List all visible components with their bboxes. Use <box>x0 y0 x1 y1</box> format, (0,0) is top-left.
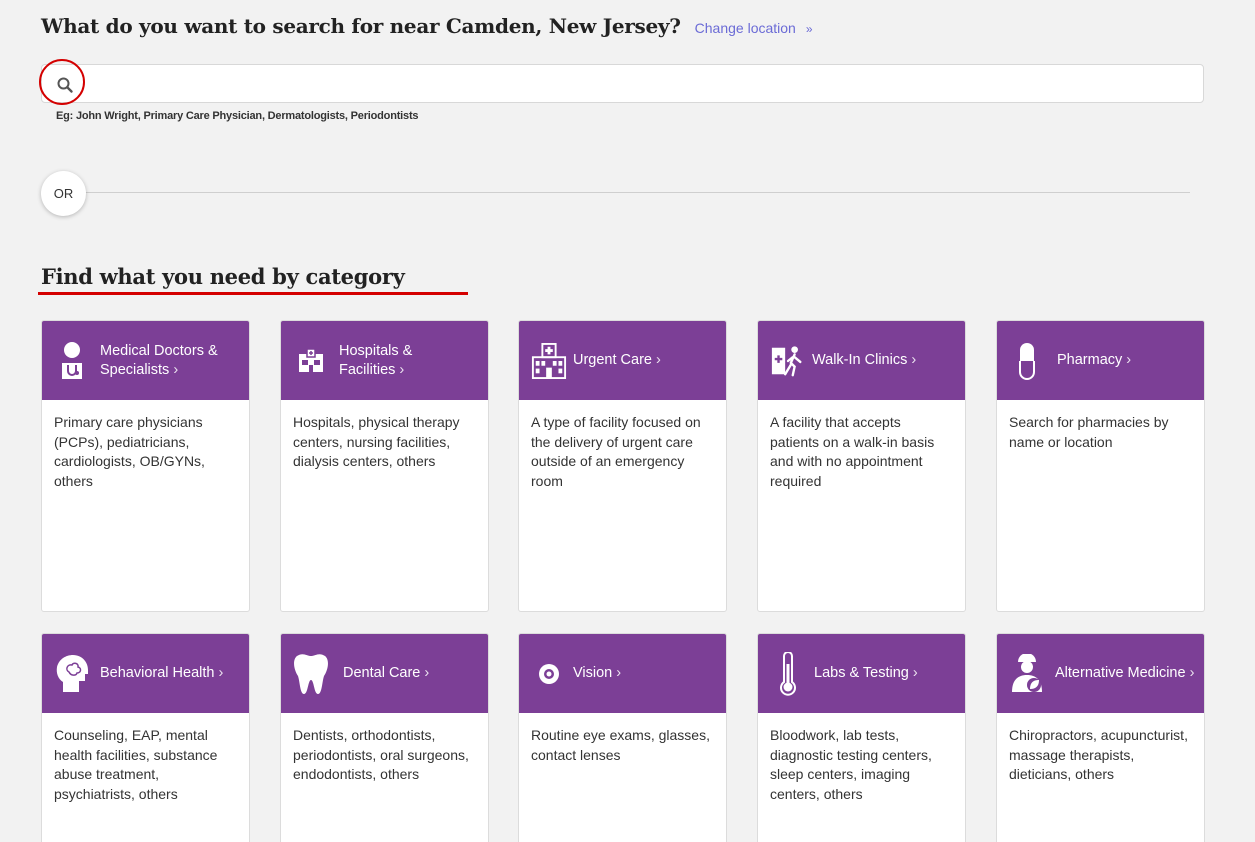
chevron-right-icon: › <box>911 352 917 368</box>
eye-icon <box>531 654 567 694</box>
category-label: Dental Care <box>343 665 421 681</box>
category-description: Chiropractors, acupuncturist, massage th… <box>1009 727 1188 782</box>
double-chevron-right-icon: » <box>805 22 813 36</box>
search-heading-row: What do you want to search for near Camd… <box>41 14 813 38</box>
walk-in-person-icon <box>770 341 806 381</box>
category-card-behavioral-health: Behavioral Health › Counseling, EAP, ment… <box>41 633 250 842</box>
category-description: Counseling, EAP, mental health facilitie… <box>54 727 218 802</box>
thermometer-icon <box>770 651 806 696</box>
chevron-right-icon: › <box>399 361 405 378</box>
chevron-right-icon: › <box>218 665 224 681</box>
category-card-alternative-medicine: Alternative Medicine › Chiropractors, acu… <box>996 633 1205 842</box>
category-link-dental-care[interactable]: Dental Care › <box>281 634 488 713</box>
category-label: Behavioral Health <box>100 665 215 681</box>
category-card-urgent-care: Urgent Care › A type of facility focused … <box>518 320 727 612</box>
change-location-link[interactable]: Change location » <box>695 20 813 36</box>
doctor-icon <box>54 341 90 381</box>
category-link-urgent-care[interactable]: Urgent Care › <box>519 321 726 400</box>
category-card-medical-doctors: Medical Doctors & Specialists › Primary c… <box>41 320 250 612</box>
chevron-right-icon: › <box>655 352 661 368</box>
search-heading: What do you want to search for near Camd… <box>41 14 681 38</box>
category-label: Walk-In Clinics <box>812 352 908 368</box>
search-box[interactable] <box>41 64 1204 103</box>
category-link-vision[interactable]: Vision › <box>519 634 726 713</box>
category-card-vision: Vision › Routine eye exams, glasses, cont… <box>518 633 727 842</box>
category-label: Vision <box>573 665 613 681</box>
chevron-right-icon: › <box>424 665 430 681</box>
head-profile-icon <box>54 654 90 694</box>
category-description: A facility that accepts patients on a wa… <box>770 414 935 489</box>
category-label: Pharmacy <box>1057 352 1123 368</box>
annotation-underline <box>38 292 468 295</box>
category-link-walk-in-clinics[interactable]: Walk-In Clinics › <box>758 321 965 400</box>
category-card-pharmacy: Pharmacy › Search for pharmacies by name … <box>996 320 1205 612</box>
tooth-icon <box>293 653 329 694</box>
categories-heading: Find what you need by category <box>41 264 405 289</box>
category-link-labs-testing[interactable]: Labs & Testing › <box>758 634 965 713</box>
category-description: A type of facility focused on the delive… <box>531 414 701 489</box>
change-location-label: Change location <box>694 20 796 36</box>
category-link-hospitals[interactable]: Hospitals & Facilities › <box>281 321 488 400</box>
chevron-right-icon: › <box>1126 352 1132 368</box>
category-link-behavioral-health[interactable]: Behavioral Health › <box>42 634 249 713</box>
category-description: Dentists, orthodontists, periodontists, … <box>293 727 469 782</box>
category-card-dental-care: Dental Care › Dentists, orthodontists, pe… <box>280 633 489 842</box>
category-card-walk-in-clinics: Walk-In Clinics › A facility that accepts… <box>757 320 966 612</box>
or-badge: OR <box>41 171 86 216</box>
pill-icon <box>1009 341 1045 381</box>
category-label: Urgent Care <box>573 352 652 368</box>
chevron-right-icon: › <box>912 665 918 681</box>
search-example-text: Eg: John Wright, Primary Care Physician,… <box>56 110 419 122</box>
category-description: Search for pharmacies by name or locatio… <box>1009 414 1169 450</box>
hospital-icon <box>293 341 329 381</box>
category-link-medical-doctors[interactable]: Medical Doctors & Specialists › <box>42 321 249 400</box>
chevron-right-icon: › <box>173 361 179 378</box>
category-card-labs-testing: Labs & Testing › Bloodwork, lab tests, di… <box>757 633 966 842</box>
category-card-hospitals: Hospitals & Facilities › Hospitals, physi… <box>280 320 489 612</box>
category-description: Routine eye exams, glasses, contact lens… <box>531 727 710 763</box>
search-input[interactable] <box>86 65 1196 102</box>
chevron-right-icon: › <box>616 665 622 681</box>
search-icon[interactable] <box>56 76 74 94</box>
category-link-pharmacy[interactable]: Pharmacy › <box>997 321 1204 400</box>
category-label: Labs & Testing <box>814 665 909 681</box>
category-link-alternative-medicine[interactable]: Alternative Medicine › <box>997 634 1204 713</box>
chevron-right-icon: › <box>1189 665 1195 681</box>
category-description: Primary care physicians (PCPs), pediatri… <box>54 414 205 489</box>
category-description: Hospitals, physical therapy centers, nur… <box>293 414 460 469</box>
practitioner-leaf-icon <box>1009 653 1045 694</box>
category-description: Bloodwork, lab tests, diagnostic testing… <box>770 727 932 802</box>
category-label: Alternative Medicine <box>1055 665 1186 681</box>
or-divider-line <box>85 192 1190 193</box>
urgent-care-building-icon <box>531 341 567 381</box>
category-label: Medical Doctors & Specialists <box>100 342 218 378</box>
